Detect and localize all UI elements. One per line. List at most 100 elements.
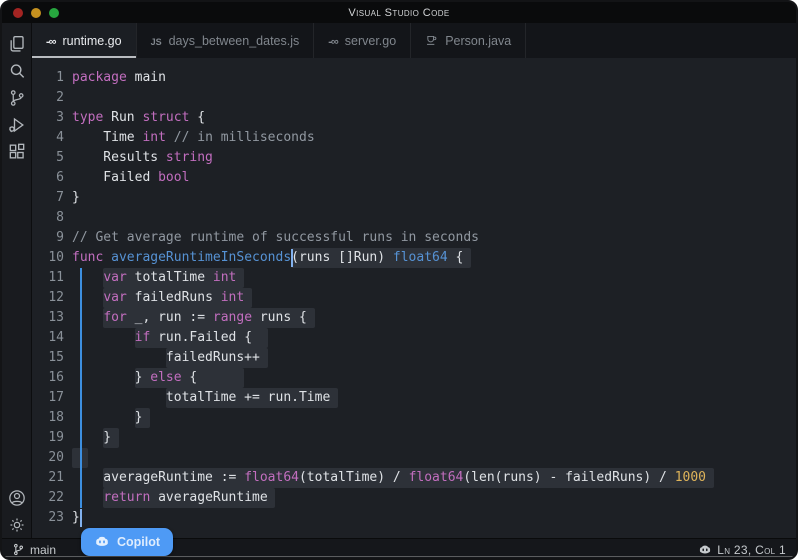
line-number: 6: [32, 168, 72, 188]
token: [72, 290, 103, 305]
token: main: [127, 70, 166, 85]
token: averageRuntimeInSeconds: [111, 250, 291, 265]
token: _, run :=: [127, 310, 213, 325]
token: string: [166, 150, 213, 165]
activity-run-and-debug-button[interactable]: [4, 111, 30, 138]
token: float64: [244, 470, 299, 485]
copilot-button[interactable]: Copilot: [81, 528, 173, 556]
activity-extensions-button[interactable]: [4, 138, 30, 165]
token: [72, 490, 103, 505]
token: Run: [103, 110, 142, 125]
code-line-10[interactable]: 10func averageRuntimeInSeconds(runs []Ru…: [32, 248, 796, 268]
cursor-position-indicator[interactable]: Ln 23, Col 1: [698, 543, 786, 557]
tab-server-go[interactable]: -∞server.go: [314, 23, 411, 58]
code-line-9[interactable]: 9// Get average runtime of successful ru…: [32, 228, 796, 248]
line-number: 5: [32, 148, 72, 168]
token: }: [72, 410, 142, 425]
token: package: [72, 70, 127, 85]
token: func: [72, 250, 103, 265]
code-line-20[interactable]: 20: [32, 448, 796, 468]
code-line-23[interactable]: 23}: [32, 508, 796, 528]
line-number: 14: [32, 328, 72, 348]
code-line-3[interactable]: 3type Run struct {: [32, 108, 796, 128]
code-line-5[interactable]: 5 Results string: [32, 148, 796, 168]
code-line-18[interactable]: 18 }: [32, 408, 796, 428]
line-content: }: [72, 508, 796, 528]
line-content: var failedRuns int: [72, 288, 796, 308]
java-file-icon: [425, 34, 438, 47]
token: failedRuns: [127, 290, 221, 305]
line-number: 7: [32, 188, 72, 208]
token: averageRuntime: [150, 490, 267, 505]
token: }: [72, 190, 80, 205]
code-line-6[interactable]: 6 Failed bool: [32, 168, 796, 188]
code-line-19[interactable]: 19 }: [32, 428, 796, 448]
code-line-12[interactable]: 12 var failedRuns int: [32, 288, 796, 308]
line-number: 21: [32, 468, 72, 488]
extensions-icon: [7, 142, 27, 162]
token: [103, 250, 111, 265]
line-content: if run.Failed {: [72, 328, 796, 348]
tab-days-between-dates-js[interactable]: JS days_between_dates.js: [137, 23, 315, 58]
code-line-17[interactable]: 17 totalTime += run.Time: [32, 388, 796, 408]
editor[interactable]: 1package main23type Run struct {4 Time i…: [32, 58, 796, 538]
token: var: [103, 270, 126, 285]
activity-account-button[interactable]: [4, 484, 30, 511]
token: (runs []Run): [291, 250, 393, 265]
code-line-4[interactable]: 4 Time int // in milliseconds: [32, 128, 796, 148]
copilot-icon: [94, 534, 110, 550]
tab-runtime-go[interactable]: -∞ runtime.go: [32, 23, 137, 58]
token: }: [72, 370, 150, 385]
line-content: // Get average runtime of successful run…: [72, 228, 796, 248]
code-line-11[interactable]: 11 var totalTime int: [32, 268, 796, 288]
line-content: totalTime += run.Time: [72, 388, 796, 408]
token: }: [72, 510, 80, 525]
js-file-icon: JS: [151, 34, 162, 48]
token: // Get average runtime of successful run…: [72, 230, 479, 245]
token: (len(runs) - failedRuns) /: [463, 470, 674, 485]
line-content: package main: [72, 68, 796, 88]
token: [166, 130, 174, 145]
line-number: 13: [32, 308, 72, 328]
line-content: return averageRuntime: [72, 488, 796, 508]
tab-label: days_between_dates.js: [169, 34, 300, 48]
tab-label: runtime.go: [63, 34, 122, 48]
token: int: [221, 290, 244, 305]
token: float64: [409, 470, 464, 485]
code-line-15[interactable]: 15 failedRuns++: [32, 348, 796, 368]
line-content: func averageRuntimeInSeconds(runs []Run)…: [72, 248, 796, 268]
code-line-1[interactable]: 1package main: [32, 68, 796, 88]
line-content: Time int // in milliseconds: [72, 128, 796, 148]
line-content: [72, 448, 796, 468]
run-and-debug-icon: [7, 115, 27, 135]
activity-source-control-button[interactable]: [4, 84, 30, 111]
token: return: [103, 490, 150, 505]
cursor-position: Ln 23, Col 1: [717, 543, 786, 557]
line-content: } else {: [72, 368, 796, 388]
token: (totalTime) /: [299, 470, 409, 485]
token: run.Failed {: [150, 330, 252, 345]
tab-person-java[interactable]: Person.java: [411, 23, 526, 58]
activity-explorer-button[interactable]: [4, 30, 30, 57]
copilot-button-label: Copilot: [117, 535, 160, 549]
code-line-16[interactable]: 16 } else {: [32, 368, 796, 388]
code-line-21[interactable]: 21 averageRuntime := float64(totalTime) …: [32, 468, 796, 488]
go-file-icon: -∞: [46, 34, 56, 48]
line-content: averageRuntime := float64(totalTime) / f…: [72, 468, 796, 488]
line-number: 10: [32, 248, 72, 268]
activity-settings-button[interactable]: [4, 511, 30, 538]
code-line-8[interactable]: 8: [32, 208, 796, 228]
code-line-7[interactable]: 7}: [32, 188, 796, 208]
branch-indicator[interactable]: main: [12, 543, 56, 557]
activity-bar: [2, 23, 32, 538]
token: // in milliseconds: [174, 130, 315, 145]
code-line-2[interactable]: 2: [32, 88, 796, 108]
line-number: 12: [32, 288, 72, 308]
code-line-13[interactable]: 13 for _, run := range runs {: [32, 308, 796, 328]
line-number: 9: [32, 228, 72, 248]
code-line-22[interactable]: 22 return averageRuntime: [32, 488, 796, 508]
line-number: 22: [32, 488, 72, 508]
copilot-status-icon: [698, 543, 712, 557]
activity-search-button[interactable]: [4, 57, 30, 84]
code-line-14[interactable]: 14 if run.Failed {: [32, 328, 796, 348]
